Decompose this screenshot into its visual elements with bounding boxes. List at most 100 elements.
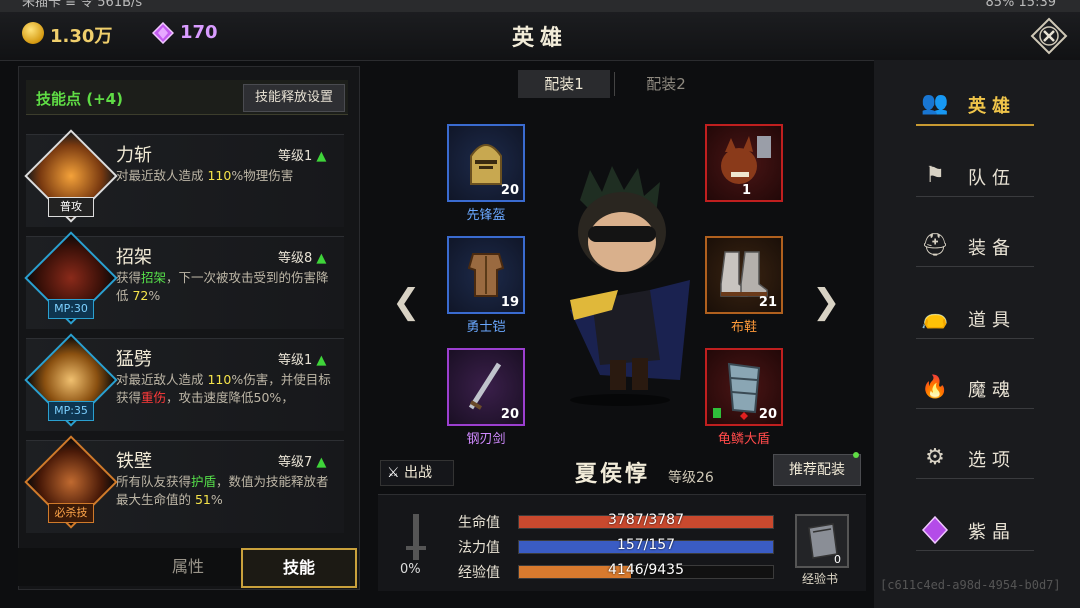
nav-options[interactable]: ⚙ 选项: [916, 438, 1034, 479]
hp-bar: 3787/3787: [518, 512, 774, 529]
equip-label-helmet: 先锋盔: [466, 208, 506, 223]
exp-label: 经验值: [458, 565, 500, 581]
purple-gem-icon: [152, 22, 174, 44]
nav-label: 选项: [968, 450, 1016, 471]
recommend-loadout-button[interactable]: 推荐配装: [773, 454, 861, 486]
nav-soul[interactable]: 🔥 魔魂: [916, 368, 1034, 409]
equip-label-boots: 布鞋: [730, 320, 757, 335]
nav-equipment[interactable]: ⛑ 装备: [916, 226, 1034, 267]
skill-tag: 必杀技: [48, 503, 94, 523]
tab-attributes[interactable]: 属性: [140, 550, 236, 584]
helmet-nav-icon: ⛑: [921, 233, 949, 258]
skill-level: 等级7 ▲: [278, 455, 327, 470]
deploy-button[interactable]: ⚔ 出战: [380, 460, 454, 486]
skill-release-settings-button[interactable]: 技能释放设置: [243, 84, 345, 112]
skill-tag: 普攻: [48, 197, 94, 217]
crossed-swords-icon: ⚔: [387, 465, 400, 481]
skill-name: 猛劈: [116, 349, 152, 370]
level-up-arrow-icon[interactable]: ▲: [316, 251, 326, 266]
tab-skills[interactable]: 技能: [241, 548, 357, 588]
gold-coin-icon: [22, 22, 44, 44]
mp-bar: 157/157: [518, 537, 774, 554]
tab-divider: [614, 72, 615, 96]
nav-label: 队伍: [968, 168, 1016, 189]
weapon-silhouette-icon: [406, 514, 426, 560]
skill-name: 力斩: [116, 145, 152, 166]
loadout-tab-2[interactable]: 配装2: [620, 70, 712, 98]
skill-description: 对最近敌人造成 110%伤害，并使目标获得重伤，攻击速度降低50%，: [116, 372, 331, 405]
hp-value: 3787/3787: [608, 512, 684, 528]
flame-icon: 🔥: [921, 375, 949, 400]
people-icon: 👥: [921, 91, 949, 116]
skill-points-label: 技能点 (+4): [36, 90, 123, 108]
equip-slot-boots[interactable]: 21: [705, 236, 783, 314]
skill-description: 所有队友获得护盾，数值为技能释放者最大生命值的 51%: [116, 474, 329, 507]
mp-value: 157/157: [616, 537, 676, 553]
nav-amethyst[interactable]: 紫晶: [916, 510, 1034, 551]
nav-label: 魔魂: [968, 380, 1016, 401]
chevron-left-icon[interactable]: ❮: [392, 282, 421, 322]
item-count: 21: [758, 295, 777, 310]
purple-crystal-icon: [920, 515, 950, 545]
hero-name: 夏侯惇: [575, 462, 651, 487]
skill-tag: MP:35: [48, 401, 94, 421]
equip-slot-weapon[interactable]: 20: [447, 348, 525, 426]
hero-level: 等级26: [668, 470, 714, 486]
notification-dot: [853, 452, 859, 458]
page-title: 英雄: [511, 26, 568, 51]
loadout-tab-1[interactable]: 配装1: [518, 70, 610, 98]
status-left: 未插卡 ≡ 令 561B/s: [22, 0, 143, 10]
nav-team[interactable]: ⚑ 队伍: [916, 156, 1034, 197]
nav-items[interactable]: 👝 道具: [916, 298, 1034, 339]
close-icon[interactable]: [1030, 17, 1068, 55]
deploy-label: 出战: [404, 465, 433, 481]
skill-description: 对最近敌人造成 110%物理伤害: [116, 168, 294, 183]
equip-slot-shield[interactable]: 20: [705, 348, 783, 426]
skill-level: 等级8 ▲: [278, 251, 327, 266]
exp-value: 4146/9435: [608, 562, 684, 578]
nav-label: 英雄: [968, 96, 1016, 117]
level-up-arrow-icon[interactable]: ▲: [316, 149, 326, 164]
gear-icon: ⚙: [925, 445, 945, 470]
level-up-arrow-icon[interactable]: ▲: [316, 455, 326, 470]
skill-level: 等级1 ▲: [278, 353, 327, 368]
item-count: 20: [758, 407, 777, 422]
equip-slot-armor[interactable]: 19: [447, 236, 525, 314]
nav-label: 道具: [968, 310, 1016, 331]
exp-bar: 4146/9435: [518, 562, 774, 579]
item-count: 19: [500, 295, 519, 310]
session-id: [c611c4ed-a98d-4954-b0d7]: [880, 578, 1061, 592]
hp-label: 生命值: [458, 515, 500, 531]
skill-card[interactable]: MP:30 招架 等级8 ▲ 获得招架，下一次被攻击受到的伤害降低 72%: [24, 231, 344, 329]
flag-icon: ⚑: [925, 163, 945, 188]
weapon-percent: 0%: [400, 562, 421, 577]
skill-tag: MP:30: [48, 299, 94, 319]
status-right: 85% 15:39: [985, 0, 1057, 10]
nav-label: 装备: [968, 238, 1016, 259]
skill-description: 获得招架，下一次被攻击受到的伤害降低 72%: [116, 270, 329, 303]
equip-label-armor: 勇士铠: [466, 320, 506, 335]
equip-label-weapon: 钢刃剑: [466, 432, 506, 447]
skill-level: 等级1 ▲: [278, 149, 327, 164]
bag-icon: 👝: [921, 305, 949, 330]
mp-label: 法力值: [458, 540, 500, 556]
nav-hero[interactable]: 👥 英雄: [916, 84, 1034, 126]
exp-book-label: 经验书: [801, 572, 838, 586]
equip-slot-helmet[interactable]: 20: [447, 124, 525, 202]
nav-label: 紫晶: [968, 522, 1016, 543]
exp-book-count: 0: [834, 553, 841, 566]
chevron-right-icon[interactable]: ❯: [812, 282, 841, 322]
equip-slot-pet[interactable]: 1: [705, 124, 783, 202]
skill-card[interactable]: 必杀技 铁壁 等级7 ▲ 所有队友获得护盾，数值为技能释放者最大生命值的 51%: [24, 435, 344, 533]
gem-amount: 170: [180, 22, 218, 43]
gold-amount: 1.30万: [50, 26, 113, 47]
level-up-arrow-icon[interactable]: ▲: [316, 353, 326, 368]
skill-name: 招架: [116, 247, 152, 268]
skill-card[interactable]: MP:35 猛劈 等级1 ▲ 对最近敌人造成 110%伤害，并使目标获得重伤，攻…: [24, 333, 344, 431]
item-count: 20: [500, 407, 519, 422]
skill-name: 铁壁: [116, 451, 152, 472]
equip-label-shield: 龟鳞大盾: [717, 432, 770, 447]
item-count: 1: [741, 183, 751, 198]
skill-card[interactable]: 普攻 力斩 等级1 ▲ 对最近敌人造成 110%物理伤害: [24, 129, 344, 227]
item-count: 20: [500, 183, 519, 198]
